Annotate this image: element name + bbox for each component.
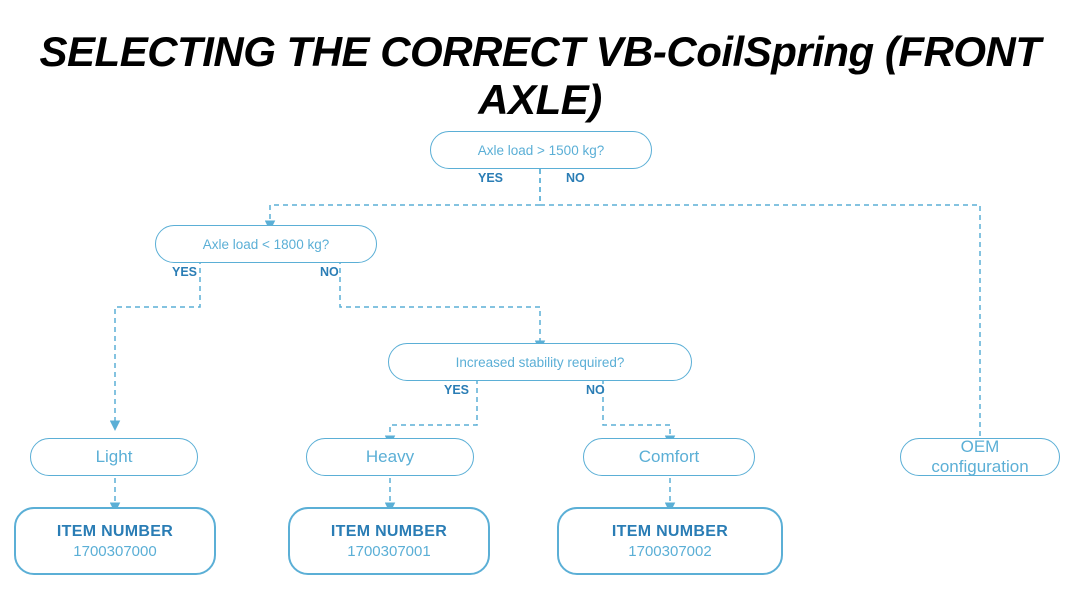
result-light-text: Light	[96, 447, 133, 467]
result-oem-box: OEM configuration	[900, 438, 1060, 476]
result-oem-text: OEM configuration	[921, 437, 1039, 477]
q2-no-label: NO	[320, 265, 339, 279]
item1-number: 1700307000	[73, 543, 156, 560]
result-heavy-box: Heavy	[306, 438, 474, 476]
question2-box: Axle load < 1800 kg?	[155, 225, 377, 263]
diagram-area: Axle load > 1500 kg? YES NO Axle load < …	[0, 115, 1080, 608]
item3-number: 1700307002	[628, 543, 711, 560]
question3-box: Increased stability required?	[388, 343, 692, 381]
result-heavy-text: Heavy	[366, 447, 414, 467]
question1-box: Axle load > 1500 kg?	[430, 131, 652, 169]
item3-label: ITEM NUMBER	[612, 523, 728, 541]
result-comfort-box: Comfort	[583, 438, 755, 476]
question1-text: Axle load > 1500 kg?	[478, 143, 604, 158]
item2-label: ITEM NUMBER	[331, 523, 447, 541]
item1-label: ITEM NUMBER	[57, 523, 173, 541]
result-light-box: Light	[30, 438, 198, 476]
q2-yes-label: YES	[172, 265, 197, 279]
q1-no-label: NO	[566, 171, 585, 185]
item3-box: ITEM NUMBER 1700307002	[557, 507, 783, 575]
question2-text: Axle load < 1800 kg?	[203, 237, 329, 252]
result-comfort-text: Comfort	[639, 447, 699, 467]
q1-yes-label: YES	[478, 171, 503, 185]
item2-box: ITEM NUMBER 1700307001	[288, 507, 490, 575]
q3-yes-label: YES	[444, 383, 469, 397]
item1-box: ITEM NUMBER 1700307000	[14, 507, 216, 575]
question3-text: Increased stability required?	[456, 355, 625, 370]
q3-no-label: NO	[586, 383, 605, 397]
item2-number: 1700307001	[347, 543, 430, 560]
page-title: SELECTING THE CORRECT VB-CoilSpring (FRO…	[0, 0, 1080, 124]
